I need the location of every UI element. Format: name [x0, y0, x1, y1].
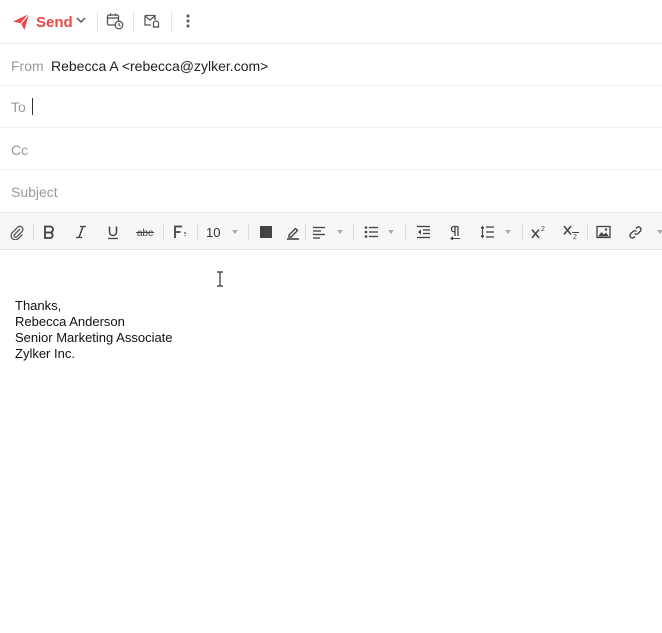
highlight-color-icon[interactable]	[285, 222, 301, 242]
align-left-icon[interactable]	[311, 222, 327, 242]
chevron-down-icon[interactable]	[232, 230, 238, 234]
send-button-label: Send	[36, 13, 73, 31]
schedule-icon[interactable]	[105, 11, 125, 31]
toolbar-divider	[353, 224, 354, 240]
toolbar-divider	[405, 224, 406, 240]
to-label: To	[11, 99, 26, 115]
text-cursor-icon	[215, 271, 225, 287]
signature-name: Rebecca Anderson	[15, 314, 125, 329]
from-row: From Rebecca A <rebecca@zylker.com>	[0, 44, 662, 86]
from-value[interactable]: Rebecca A <rebecca@zylker.com>	[51, 58, 268, 74]
signature-company: Zylker Inc.	[15, 346, 75, 361]
font-family-icon[interactable]	[171, 222, 191, 242]
more-options-icon[interactable]	[178, 11, 198, 31]
strikethrough-icon[interactable]: abc	[135, 222, 155, 242]
signature-title: Senior Marketing Associate	[15, 330, 173, 345]
toolbar-divider	[33, 224, 34, 240]
attachment-icon[interactable]	[8, 222, 26, 242]
svg-text:2: 2	[541, 226, 545, 233]
toolbar-divider	[248, 224, 249, 240]
decrease-indent-icon[interactable]	[415, 222, 431, 242]
send-icon	[12, 13, 30, 31]
bold-icon[interactable]	[40, 222, 58, 242]
insert-image-icon[interactable]	[595, 222, 611, 242]
toolbar-divider	[587, 224, 588, 240]
subject-row[interactable]: Subject	[0, 170, 662, 212]
toolbar-divider	[197, 224, 198, 240]
toolbar-divider	[97, 12, 98, 32]
toolbar-divider	[133, 12, 134, 32]
underline-icon[interactable]	[104, 222, 122, 242]
chevron-down-icon[interactable]	[657, 230, 662, 234]
chevron-down-icon[interactable]	[74, 13, 88, 27]
text-caret	[32, 98, 33, 115]
svg-text:2: 2	[573, 234, 577, 240]
toolbar-divider	[163, 224, 164, 240]
signature-line: Thanks,	[15, 298, 62, 313]
compose-toolbar: Send	[0, 0, 662, 44]
chevron-down-icon[interactable]	[505, 230, 511, 234]
formatting-toolbar: abc 10 2 2	[0, 212, 662, 250]
italic-icon[interactable]	[72, 222, 90, 242]
toolbar-divider	[171, 12, 172, 32]
chevron-down-icon[interactable]	[388, 230, 394, 234]
from-label: From	[11, 58, 44, 74]
cc-row[interactable]: Cc	[0, 128, 662, 170]
subject-label: Subject	[11, 184, 58, 200]
text-color-icon[interactable]	[258, 222, 274, 242]
paragraph-direction-icon[interactable]	[447, 222, 463, 242]
message-body[interactable]: Thanks, Rebecca Anderson Senior Marketin…	[0, 250, 662, 633]
chevron-down-icon[interactable]	[337, 230, 343, 234]
toolbar-divider	[522, 224, 523, 240]
reminder-icon[interactable]	[142, 11, 162, 31]
to-row[interactable]: To	[0, 86, 662, 128]
superscript-icon[interactable]: 2	[530, 222, 548, 242]
line-spacing-icon[interactable]	[479, 222, 495, 242]
toolbar-divider	[305, 224, 306, 240]
subscript-icon[interactable]: 2	[562, 222, 580, 242]
signature-block: Thanks, Rebecca Anderson Senior Marketin…	[15, 298, 173, 362]
send-button[interactable]: Send	[12, 9, 73, 35]
font-size-value[interactable]: 10	[206, 222, 224, 242]
bullet-list-icon[interactable]	[363, 222, 379, 242]
cc-label: Cc	[11, 142, 29, 158]
insert-link-icon[interactable]	[627, 222, 643, 242]
svg-text:abc: abc	[137, 228, 153, 239]
